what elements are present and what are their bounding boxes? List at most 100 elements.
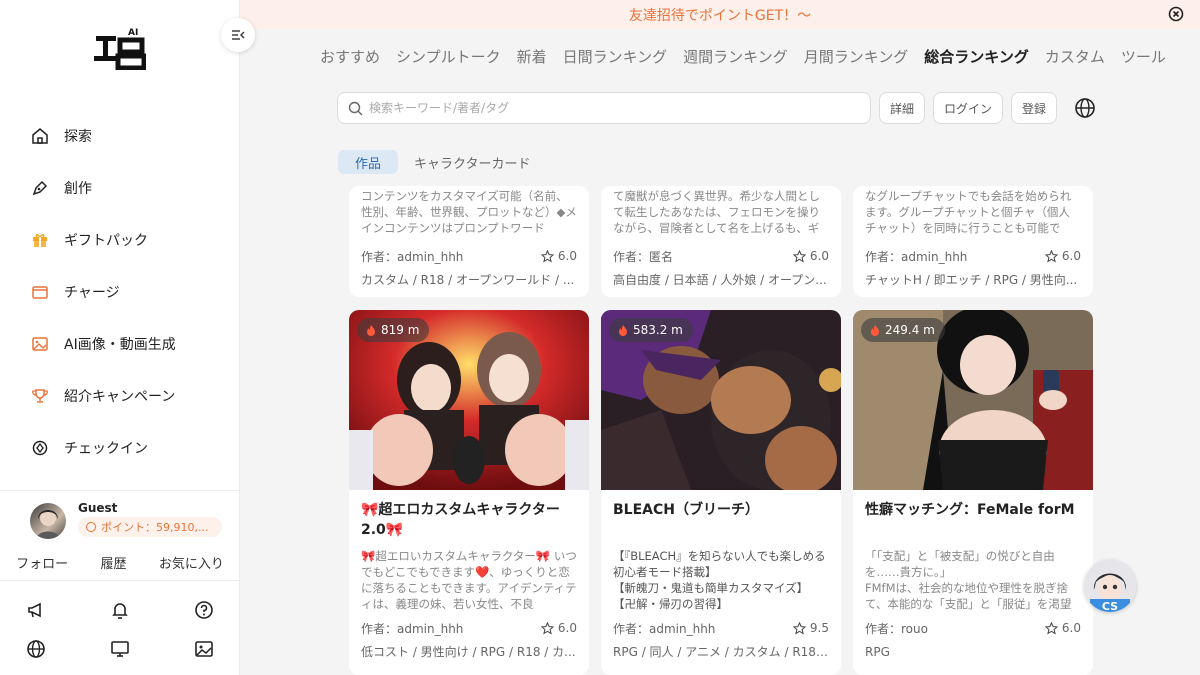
app-logo[interactable]: AI [94,26,147,71]
card-author: 作者：admin_hhh [613,621,716,636]
search-input[interactable] [369,101,849,115]
card-description: 【『BLEACH』を知らない人でも楽しめる初心者モード搭載】 【斬魄刀・鬼道も簡… [613,549,826,611]
card-tags: RPG / 同人 / アニメ / カスタム / R18 /... [613,645,836,659]
card-tags: RPG [865,645,890,659]
card-author: 作者：rouo [865,621,928,636]
card-description: なグループチャットでも会話を始められます。グループチャットと個チャ（個人チャット… [865,189,1072,235]
favorites-link[interactable]: お気に入り [159,553,224,572]
user-panel: Guest ポイント：59,910,... フォロー 履歴 お気に入り [0,490,240,572]
nav-item-ai-image[interactable]: AI画像・動画生成 [0,318,240,370]
close-icon[interactable] [1168,6,1184,22]
tab-simple-talk[interactable]: シンプルトーク [396,46,501,67]
card-rating-value: 9.5 [809,621,829,635]
card-rating-value: 6.0 [557,249,577,263]
work-card[interactable]: 819 m 🎀超エロカスタムキャラクター2.0🎀 🎀超エロいカスタムキャラクター… [349,310,589,675]
monitor-icon[interactable] [109,638,131,660]
tab-new[interactable]: 新着 [517,46,547,67]
card-meta: 作者：admin_hhh 9.5 [601,618,841,638]
star-icon [792,621,806,634]
support-label: CS [1102,600,1118,612]
card-author: 作者：admin_hhh [865,249,968,264]
nav-item-create[interactable]: 創作 [0,162,240,214]
home-icon [30,126,50,146]
language-globe-icon[interactable] [1074,97,1096,119]
nav-item-label: 創作 [64,181,92,197]
tab-custom[interactable]: カスタム [1045,46,1105,67]
history-link[interactable]: 履歴 [100,553,126,572]
follow-link[interactable]: フォロー [16,553,68,572]
card-description: 「「支配」と「被支配」の悦びと自由を……貴方に。」 FMfMは、社会的な地位や理… [865,549,1072,611]
help-icon[interactable] [193,599,215,621]
tab-weekly-ranking[interactable]: 週間ランキング [683,46,788,67]
nav-item-label: チェックイン [64,441,148,457]
sidebar-footer [0,580,240,675]
card-description: コンテンツをカスタマイズ可能（名前、性別、年齢、世界観、プロットなど）◆メインコ… [361,189,577,235]
collapse-sidebar-button[interactable] [221,18,255,52]
support-avatar-icon: CS [1084,560,1136,612]
nav-item-explore[interactable]: 探索 [0,110,240,162]
work-card[interactable]: て魔獣が息づく異世界。希少な人間として転生したあなたは、フェロモンを操りながら、… [601,186,841,297]
nav-item-charge[interactable]: チャージ [0,266,240,318]
card-cover-image: 819 m [349,310,589,490]
card-tags: カスタム / R18 / オープンワールド / ... [361,273,575,287]
customer-support-button[interactable]: CS [1084,560,1136,612]
nav-item-checkin[interactable]: チェックイン [0,422,240,474]
star-icon [1044,621,1058,634]
views-badge: 583.2 m [609,318,693,342]
nav-item-label: 探索 [64,129,92,145]
invite-banner[interactable]: 友達招待でポイントGET！～ [240,0,1200,29]
main-nav: 探索 創作 ギフトパック チャージ AI画像・動画生成 紹介キャンペーン チェッ… [0,110,240,474]
tab-recommended[interactable]: おすすめ [320,46,380,67]
register-button[interactable]: 登録 [1011,92,1057,124]
gallery-icon[interactable] [193,638,215,660]
points-icon [86,522,96,532]
nav-item-gift-pack[interactable]: ギフトパック [0,214,240,266]
collapse-icon [232,30,245,40]
work-card[interactable]: 249.4 m 性癖マッチング：FeMale forM 「「支配」と「被支配」の… [853,310,1093,675]
globe-icon[interactable] [25,638,47,660]
nav-item-referral[interactable]: 紹介キャンペーン [0,370,240,422]
card-rating: 6.0 [792,249,829,263]
trophy-icon [30,386,50,406]
pen-icon [30,178,50,198]
points-badge[interactable]: ポイント：59,910,... [78,517,222,537]
card-cover-image: 249.4 m [853,310,1093,490]
card-description: て魔獣が息づく異世界。希少な人間として転生したあなたは、フェロモンを操りながら、… [613,189,820,235]
wallet-icon [30,282,50,302]
megaphone-icon[interactable] [25,599,47,621]
svg-text:AI: AI [128,28,138,38]
star-icon [1044,249,1058,262]
card-rating-value: 6.0 [557,621,577,635]
work-card[interactable]: なグループチャットでも会話を始められます。グループチャットと個チャ（個人チャット… [853,186,1093,297]
sidebar: AI 探索 創作 ギフトパック チャージ AI画像・動画生成 紹介キャンペーン … [0,0,255,675]
avatar[interactable] [30,503,66,539]
card-title: 性癖マッチング：FeMale forM [865,502,1075,518]
work-card[interactable]: コンテンツをカスタマイズ可能（名前、性別、年齢、世界観、プロットなど）◆メインコ… [349,186,589,297]
views-count: 583.2 m [633,323,683,337]
card-rating-value: 6.0 [1061,621,1081,635]
category-tabs: おすすめ シンプルトーク 新着 日間ランキング 週間ランキング 月間ランキング … [320,46,1166,67]
nav-item-label: チャージ [64,285,120,301]
card-tags: チャットH / 即エッチ / RPG / 男性向... [865,273,1078,287]
card-rating: 6.0 [1044,621,1081,635]
bell-icon[interactable] [109,599,131,621]
login-button[interactable]: ログイン [933,92,1003,124]
detail-button[interactable]: 詳細 [879,92,925,124]
subtab-works[interactable]: 作品 [338,150,398,174]
card-author: 作者：admin_hhh [361,249,464,264]
tab-daily-ranking[interactable]: 日間ランキング [563,46,668,67]
views-badge: 249.4 m [861,318,945,342]
search-icon [348,101,363,115]
tab-overall-ranking[interactable]: 総合ランキング [924,46,1029,67]
card-meta: 作者：admin_hhh 6.0 [853,246,1093,266]
tab-monthly-ranking[interactable]: 月間ランキング [804,46,909,67]
card-meta: 作者：admin_hhh 6.0 [349,246,589,266]
views-badge: 819 m [357,318,430,342]
card-rating-value: 6.0 [809,249,829,263]
card-author: 作者：admin_hhh [361,621,464,636]
card-meta: 作者：匿名 6.0 [601,246,841,266]
subtab-character-cards[interactable]: キャラクターカード [414,150,530,174]
work-card[interactable]: 583.2 m BLEACH（ブリーチ） 【『BLEACH』を知らない人でも楽し… [601,310,841,675]
views-count: 249.4 m [885,323,935,337]
tab-tools[interactable]: ツール [1121,46,1166,67]
